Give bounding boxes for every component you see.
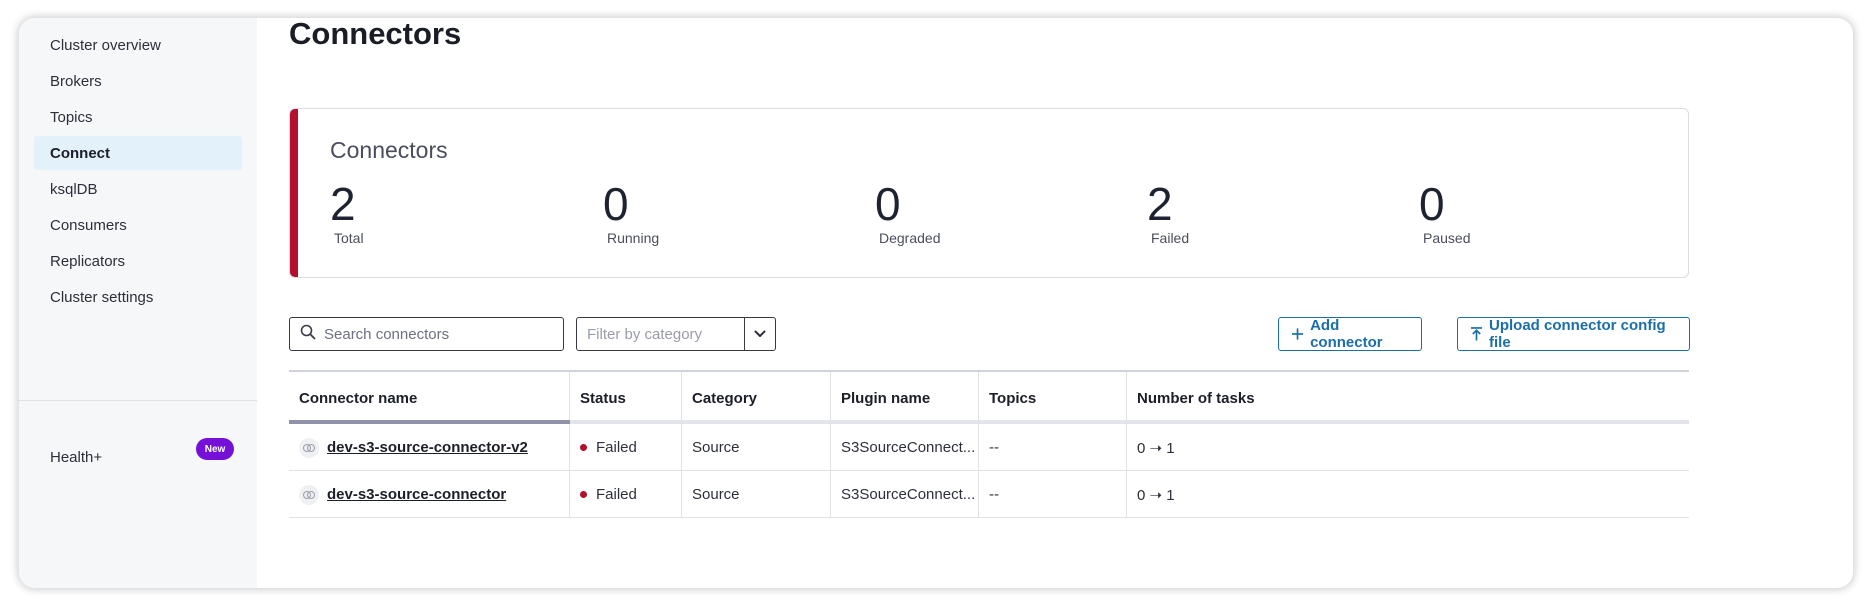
- connector-icon: [299, 484, 319, 505]
- app-window: Cluster overview Brokers Topics Connect …: [19, 18, 1853, 588]
- stat-label: Degraded: [879, 229, 941, 246]
- status-dot-icon: [580, 444, 587, 451]
- page-title: Connectors: [289, 18, 462, 51]
- card-accent-bar: [290, 109, 298, 277]
- sidebar-item-replicators[interactable]: Replicators: [34, 244, 242, 278]
- column-header-number-of-tasks[interactable]: Number of tasks: [1127, 372, 1689, 424]
- category-filter-input[interactable]: [587, 325, 735, 343]
- stat-label: Paused: [1423, 229, 1471, 246]
- cell-status: Failed: [570, 471, 682, 518]
- category-filter[interactable]: [576, 317, 776, 351]
- column-header-category[interactable]: Category: [682, 372, 831, 424]
- stat-failed: 2 Failed: [1147, 179, 1189, 246]
- stat-label: Failed: [1151, 229, 1190, 246]
- cell-topics: --: [979, 471, 1127, 518]
- stat-total: 2 Total: [330, 179, 364, 246]
- main-content: Connectors Connectors 2 Total 0 Running …: [257, 18, 1853, 588]
- sidebar-item-brokers[interactable]: Brokers: [34, 64, 242, 98]
- cell-category: Source: [682, 424, 831, 471]
- stat-value: 2: [330, 178, 356, 230]
- stat-value: 2: [1147, 178, 1173, 230]
- stat-paused: 0 Paused: [1419, 179, 1470, 246]
- sidebar-item-label: Brokers: [50, 72, 102, 90]
- chevron-down-icon[interactable]: [744, 318, 775, 350]
- connectors-summary-card: Connectors 2 Total 0 Running 0 Degraded …: [289, 108, 1689, 278]
- sidebar-item-cluster-settings[interactable]: Cluster settings: [34, 280, 242, 314]
- sidebar-item-label: Replicators: [50, 252, 126, 270]
- sidebar-item-cluster-overview[interactable]: Cluster overview: [34, 28, 242, 62]
- upload-config-label: Upload connector config file: [1489, 317, 1666, 351]
- upload-config-button[interactable]: Upload connector config file: [1457, 317, 1690, 351]
- sidebar-item-label: ksqlDB: [50, 180, 98, 198]
- cell-category: Source: [682, 471, 831, 518]
- status-dot-icon: [580, 491, 587, 498]
- stat-value: 0: [875, 178, 901, 230]
- connectors-table: Connector name Status Category Plugin na…: [289, 370, 1689, 518]
- connector-icon: [299, 437, 319, 458]
- sidebar-item-label: Cluster settings: [50, 288, 154, 306]
- add-connector-label: Add connector: [1310, 317, 1383, 351]
- search-box[interactable]: [289, 317, 564, 351]
- sidebar-item-label: Topics: [50, 108, 93, 126]
- sidebar-item-topics[interactable]: Topics: [34, 100, 242, 134]
- upload-icon: [1470, 327, 1483, 341]
- sidebar-item-connect[interactable]: Connect: [34, 136, 242, 170]
- health-plus-link[interactable]: Health+: [50, 449, 102, 466]
- summary-title: Connectors: [330, 137, 448, 163]
- sidebar-item-ksqldb[interactable]: ksqlDB: [34, 172, 242, 206]
- sidebar-divider: [19, 400, 257, 401]
- stat-label: Running: [607, 229, 660, 246]
- cell-plugin-name: S3SourceConnect...: [831, 424, 979, 471]
- cell-topics: --: [979, 424, 1127, 471]
- search-input[interactable]: [324, 325, 554, 343]
- cell-plugin-name: S3SourceConnect...: [831, 471, 979, 518]
- sidebar-item-label: Cluster overview: [50, 36, 161, 54]
- stat-running: 0 Running: [603, 179, 659, 246]
- stat-value: 0: [1419, 178, 1445, 230]
- cell-number-of-tasks: 0 ➝ 1: [1137, 486, 1175, 504]
- column-header-connector-name[interactable]: Connector name: [289, 372, 570, 424]
- sidebar: Cluster overview Brokers Topics Connect …: [19, 18, 257, 588]
- sidebar-item-consumers[interactable]: Consumers: [34, 208, 242, 242]
- column-header-topics[interactable]: Topics: [979, 372, 1127, 424]
- column-header-plugin-name[interactable]: Plugin name: [831, 372, 979, 424]
- connector-link[interactable]: dev-s3-source-connector-v2: [327, 439, 528, 456]
- column-header-status[interactable]: Status: [570, 372, 682, 424]
- stat-degraded: 0 Degraded: [875, 179, 941, 246]
- status-text: Failed: [596, 486, 637, 503]
- cell-connector-name: dev-s3-source-connector: [289, 471, 570, 518]
- sidebar-item-label: Consumers: [50, 216, 127, 234]
- cell-number-of-tasks: 0 ➝ 1: [1137, 439, 1175, 457]
- add-connector-button[interactable]: Add connector: [1278, 317, 1422, 351]
- cell-connector-name: dev-s3-source-connector-v2: [289, 424, 570, 471]
- stat-value: 0: [603, 178, 629, 230]
- connector-link[interactable]: dev-s3-source-connector: [327, 486, 506, 503]
- status-text: Failed: [596, 439, 637, 456]
- stat-label: Total: [334, 229, 364, 246]
- table-row: dev-s3-source-connector-v2 Failed Source…: [289, 424, 1689, 471]
- search-icon: [300, 324, 316, 345]
- cell-status: Failed: [570, 424, 682, 471]
- new-badge: New: [196, 438, 234, 460]
- table-row: dev-s3-source-connector Failed Source S3…: [289, 471, 1689, 518]
- sidebar-item-label: Connect: [50, 144, 110, 162]
- table-header: Connector name Status Category Plugin na…: [289, 372, 1689, 424]
- plus-icon: [1291, 328, 1304, 340]
